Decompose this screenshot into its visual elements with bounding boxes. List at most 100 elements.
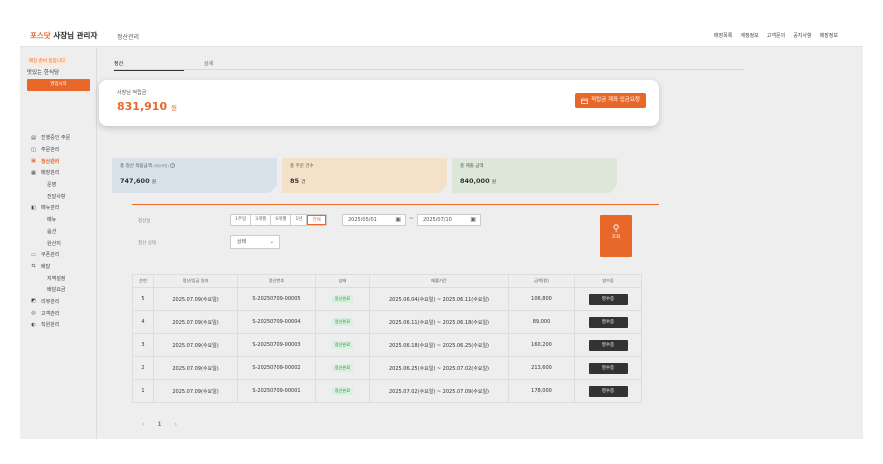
prev-page-button[interactable]: ‹ — [142, 421, 144, 428]
sidebar-item-label: 옵션 — [47, 228, 57, 235]
cell-no: 1 — [132, 379, 154, 403]
sidebar-item-label: 운영 — [47, 182, 57, 189]
cell-text: 2025.07.09(수요일) — [172, 342, 219, 349]
receipt-button[interactable]: 영수증 — [588, 385, 628, 397]
cell-amount: 160,200 — [508, 333, 575, 357]
next-page-button[interactable]: › — [175, 421, 177, 428]
brand-logo[interactable]: 포스닷 사장님 관리자 — [30, 30, 97, 41]
sidebar-item[interactable]: ▤ 진행중인 주문 — [20, 132, 97, 144]
cell-status: 정산완료 — [315, 379, 370, 403]
cell-text: 213,600 — [531, 365, 552, 371]
cell-text: S-20250709-00005 — [252, 296, 301, 302]
sidebar-item[interactable]: 배달요금 — [20, 284, 97, 296]
stat-sales-total: 총 매출 금액 840,000 원 — [452, 158, 617, 193]
receipt-button[interactable]: 영수증 — [588, 293, 628, 305]
cell-text: 1 — [141, 388, 145, 394]
receipt-button[interactable]: 영수증 — [588, 362, 628, 374]
period-3-months[interactable]: 3개월 — [251, 215, 272, 225]
sidebar-item[interactable]: ◫ 주문관리 — [20, 144, 97, 156]
cell-no: 4 — [132, 310, 154, 334]
stat-value: 85 건 — [290, 177, 306, 185]
sidebar-item-label: 주문관리 — [41, 147, 60, 154]
table-row: 5 2025.07.09(수요일) S-20250709-00005 정산완료 2025… — [132, 287, 642, 311]
cell-status: 정산완료 — [315, 287, 370, 311]
sidebar-item-label: 메뉴관리 — [41, 205, 60, 212]
sidebar-item[interactable]: 원산지 — [20, 237, 97, 249]
cell-text: 106,800 — [531, 296, 552, 302]
store-status-note: 매장 준비 중입니다 — [27, 57, 67, 65]
sidebar-item[interactable]: 메뉴 — [20, 214, 97, 226]
sidebar-item[interactable]: ◐ 직원관리 — [20, 319, 97, 331]
filter-panel: 정산일 1주일 3개월 6개월 1년 전체 2025/05/01 ▣ ~ 202… — [132, 204, 659, 259]
sidebar-item[interactable]: ⇆ 배달 — [20, 261, 97, 273]
open-store-button[interactable]: 영업시작 — [27, 79, 90, 91]
cell-amount: 106,800 — [508, 287, 575, 311]
cell-receipt: 영수증 — [574, 356, 642, 380]
search-button[interactable]: ⚲ 조회 — [600, 215, 632, 257]
nav-store-list[interactable]: 매장목록 — [714, 32, 732, 39]
cell-text: 2025.06.11(수요일) ~ 2025.06.18(수요일) — [388, 319, 490, 326]
col-period: 매출기간 — [369, 274, 509, 288]
sidebar-item[interactable]: ▣ 정산관리 — [20, 155, 97, 167]
pagination: ‹ 1 › — [142, 421, 177, 428]
calendar-icon[interactable]: ▣ — [395, 215, 401, 225]
status-badge: 정산완료 — [331, 364, 354, 372]
sidebar-item[interactable]: 지역설정 — [20, 272, 97, 284]
cell-date: 2025.07.09(수요일) — [153, 333, 238, 357]
stat-corner — [440, 186, 447, 193]
cell-text: 89,000 — [532, 319, 551, 325]
status-select[interactable]: 상태 ⌄ — [230, 235, 280, 249]
cell-period: 2025.06.04(수요일) ~ 2025.06.11(수요일) — [369, 287, 509, 311]
period-1-week[interactable]: 1주일 — [231, 215, 252, 225]
customer-icon: ◎ — [31, 310, 36, 317]
help-icon[interactable]: ? — [170, 163, 176, 168]
table-row: 3 2025.07.09(수요일) S-20250709-00003 정산완료 2025… — [132, 333, 642, 357]
cell-id: S-20250709-00003 — [237, 333, 316, 357]
period-all[interactable]: 전체 — [307, 215, 326, 225]
cell-text: S-20250709-00004 — [252, 319, 301, 325]
sidebar-item[interactable]: ▦ 매장관리 — [20, 167, 97, 179]
stat-order-count: 총 주문 건수 85 건 — [282, 158, 447, 193]
deposit-request-label: 적립금 계좌 입금요청 — [590, 97, 640, 103]
receipt-button[interactable]: 영수증 — [588, 316, 628, 328]
nav-notice[interactable]: 공지사항 — [793, 32, 811, 39]
page-title: 정산관리 — [117, 34, 140, 41]
sidebar-item[interactable]: ◧ 메뉴관리 — [20, 202, 97, 214]
receipt-button[interactable]: 영수증 — [588, 339, 628, 351]
nav-account-info[interactable]: 계정정보 — [740, 32, 758, 39]
date-to-input[interactable]: 2025/07/10 ▣ — [417, 214, 481, 226]
period-selector: 1주일 3개월 6개월 1년 전체 — [230, 214, 327, 226]
sidebar-item[interactable]: ▭ 쿠폰관리 — [20, 249, 97, 261]
period-1-year[interactable]: 1년 — [291, 215, 308, 225]
delivery-icon: ⇆ — [31, 263, 36, 270]
tab-detail[interactable]: 상세 — [204, 60, 213, 67]
date-from-input[interactable]: 2025/05/01 ▣ — [342, 214, 406, 226]
top-bar: 포스닷 사장님 관리자 정산관리 매장목록 계정정보 고객문의 공지사항 매장정… — [20, 25, 863, 47]
sidebar-item[interactable]: ◩ 리뷰관리 — [20, 296, 97, 308]
deposit-request-button[interactable]: 적립금 계좌 입금요청 — [574, 93, 646, 108]
cell-text: 178,000 — [531, 388, 552, 394]
chevron-down-icon: ⌄ — [269, 239, 274, 245]
review-icon: ◩ — [31, 298, 36, 305]
sidebar-item-label: 배달 — [41, 263, 51, 270]
sidebar-item[interactable]: 운영 — [20, 179, 97, 191]
nav-customer-inquiry[interactable]: 고객문의 — [767, 32, 785, 39]
store-name: 맛있는 한식당 — [27, 70, 60, 76]
period-6-months[interactable]: 6개월 — [271, 215, 292, 225]
sidebar-item-label: 정산관리 — [41, 158, 60, 165]
stat-label: 총 정산 적립금액 (배정포함) ? — [120, 163, 176, 169]
stat-value: 747,600 원 — [120, 177, 157, 185]
nav-store-info[interactable]: 매장정보 — [820, 32, 838, 39]
sidebar-item[interactable]: 전달사항 — [20, 190, 97, 202]
sidebar-item[interactable]: 옵션 — [20, 226, 97, 238]
top-nav: 매장목록 계정정보 고객문의 공지사항 매장정보 — [714, 32, 838, 39]
cell-text: 160,200 — [531, 342, 552, 348]
menu-book-icon: ◧ — [31, 204, 36, 211]
sidebar-item[interactable]: ◎ 고객관리 — [20, 307, 97, 319]
stat-label: 총 주문 건수 — [290, 164, 314, 169]
page-1[interactable]: 1 — [157, 421, 161, 428]
calendar-icon[interactable]: ▣ — [470, 215, 476, 225]
tab-settlement[interactable]: 정산 — [114, 60, 184, 71]
status-badge: 정산완료 — [331, 387, 354, 395]
cell-amount: 178,000 — [508, 379, 575, 403]
